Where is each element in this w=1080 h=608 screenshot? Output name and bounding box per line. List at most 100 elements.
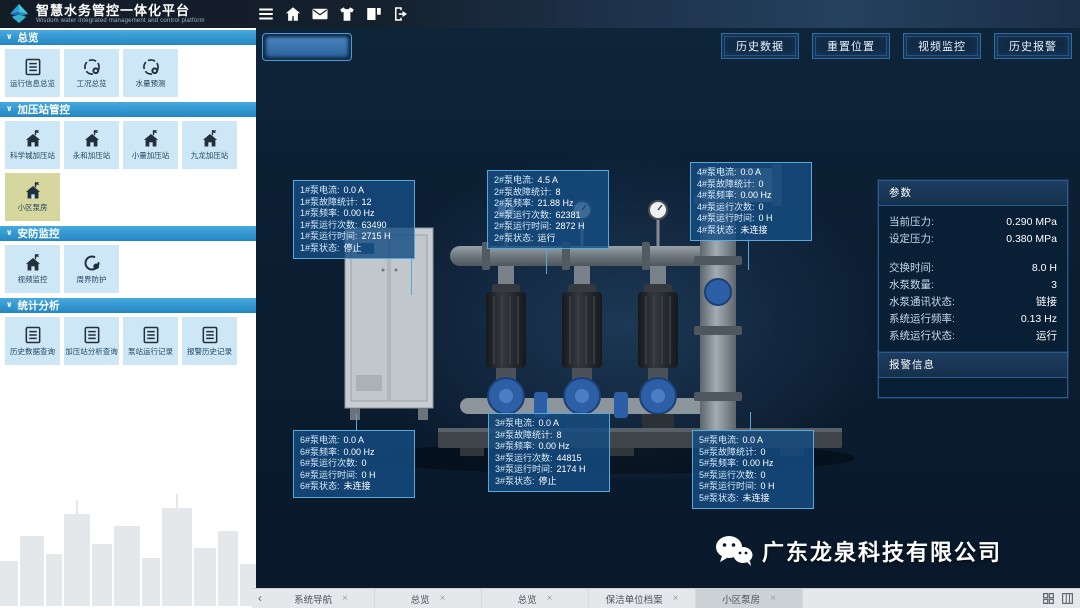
close-tab-icon[interactable]: × [770, 593, 776, 604]
sidebar-item[interactable]: 小量加压站 [123, 121, 178, 169]
pump-info-value: 0.00 Hz [741, 190, 772, 202]
toolbar-button[interactable]: 视频监控 [903, 33, 981, 59]
parameters-panel-title: 参数 [879, 181, 1067, 206]
header: 智慧水务管控一体化平台 Wisdom water integrated mana… [0, 0, 1080, 28]
columns-icon[interactable] [1061, 592, 1074, 605]
pump-info-label: 1#泵状态: [300, 243, 340, 255]
parameter-value: 0.13 Hz [1021, 311, 1057, 328]
logout-icon[interactable] [392, 5, 410, 23]
pump-info-value: 停止 [539, 476, 557, 488]
bottom-tab[interactable]: 保洁单位档案× [589, 589, 696, 608]
pump-info-row: 6#泵电流:0.0 A [300, 435, 408, 447]
sidebar-section-header[interactable]: ∨总览 [0, 30, 256, 45]
sidebar-item[interactable]: 九龙加压站 [182, 121, 237, 169]
sidebar-section-header[interactable]: ∨统计分析 [0, 298, 256, 313]
sidebar-section-title: 总览 [18, 30, 39, 45]
app-window: 智慧水务管控一体化平台 Wisdom water integrated mana… [0, 0, 1080, 608]
toolbar-button[interactable]: 重置位置 [812, 33, 890, 59]
bottom-tab[interactable]: 系统导航× [268, 589, 375, 608]
bottom-tab[interactable]: 总览× [375, 589, 482, 608]
sidebar-item-label: 报警历史记录 [186, 348, 233, 357]
close-tab-icon[interactable]: × [547, 593, 553, 604]
grid-icon[interactable] [1042, 592, 1055, 605]
sidebar-item[interactable]: 科学城加压站 [5, 121, 60, 169]
header-icon-bar [257, 5, 410, 23]
pump-info-row: 6#泵频率:0.00 Hz [300, 447, 408, 459]
pump-info-value: 2872 H [556, 221, 585, 233]
pump-info-row: 3#泵电流:0.0 A [495, 418, 603, 430]
pump-info-row: 2#泵运行次数:62381 [494, 210, 602, 222]
pump-info-value: 62381 [556, 210, 581, 222]
parameters-panel-body: 当前压力:0.290 MPa设定压力:0.380 MPa交换时间:8.0 H水泵… [879, 206, 1067, 355]
pump-info-row: 3#泵频率:0.00 Hz [495, 441, 603, 453]
pump-info-row: 5#泵故障统计:0 [699, 447, 807, 459]
sidebar-item[interactable]: 永和加压站 [64, 121, 119, 169]
close-tab-icon[interactable]: × [342, 593, 348, 604]
pump-info-label: 5#泵运行次数: [699, 470, 757, 482]
connector-line [546, 246, 547, 274]
menu-icon[interactable] [257, 5, 275, 23]
sidebar-item[interactable]: 加压站分析查询 [64, 317, 119, 365]
mail-icon[interactable] [311, 5, 329, 23]
pump-info-value: 63490 [362, 220, 387, 232]
sidebar-item[interactable]: 历史数据查询 [5, 317, 60, 365]
pump-info-value: 0.00 Hz [743, 458, 774, 470]
close-tab-icon[interactable]: × [440, 593, 446, 604]
sidebar-section-title: 安防监控 [18, 226, 60, 241]
sidebar-section-header[interactable]: ∨ 安防监控 [0, 226, 256, 241]
close-tab-icon[interactable]: × [673, 593, 679, 604]
pump-info-label: 4#泵状态: [697, 225, 737, 237]
pump-info-box: 3#泵电流:0.0 A3#泵故障统计:83#泵频率:0.00 Hz3#泵运行次数… [488, 413, 610, 492]
sidebar-item[interactable]: 视频监控 [5, 245, 60, 293]
tshirt-icon[interactable] [338, 5, 356, 23]
report-icon [82, 325, 102, 345]
toolbar-button[interactable]: 历史数据 [721, 33, 799, 59]
pump-info-box: 4#泵电流:0.0 A4#泵故障统计:04#泵频率:0.00 Hz4#泵运行次数… [690, 162, 812, 241]
pump-info-box: 1#泵电流:0.0 A1#泵故障统计:121#泵频率:0.00 Hz1#泵运行次… [293, 180, 415, 259]
pump-info-label: 1#泵电流: [300, 185, 340, 197]
pump-info-label: 3#泵电流: [495, 418, 535, 430]
pump-info-row: 6#泵状态:未连接 [300, 481, 408, 493]
pump-info-row: 5#泵状态:未连接 [699, 493, 807, 505]
pump-info-label: 3#泵状态: [495, 476, 535, 488]
chevron-left-icon[interactable]: ‹ [252, 589, 268, 608]
toolbar-button[interactable]: 历史报警 [994, 33, 1072, 59]
sidebar-item-label: 周界防护 [76, 276, 108, 285]
pump-info-label: 4#泵频率: [697, 190, 737, 202]
sidebar-item[interactable]: 周界防护 [64, 245, 119, 293]
parameter-row: 系统运行频率:0.13 Hz [889, 311, 1057, 328]
sidebar-item-label: 历史数据查询 [9, 348, 56, 357]
sidebar-item[interactable]: 运行信息总览 [5, 49, 60, 97]
bottom-tab[interactable]: 总览 × [482, 589, 589, 608]
connector-line [750, 412, 751, 430]
pump-info-value: 8 [557, 430, 562, 442]
sidebar-item[interactable]: 工况总览 [64, 49, 119, 97]
watermark: 广东龙泉科技有限公司 [714, 534, 1002, 568]
report-icon [23, 57, 43, 77]
layout-icon[interactable] [365, 5, 383, 23]
sidebar-item[interactable]: 泵站运行记录 [123, 317, 178, 365]
chevron-down-icon: ∨ [6, 229, 13, 237]
sidebar-section-header[interactable]: ∨加压站管控 [0, 102, 256, 117]
pump-info-label: 5#泵状态: [699, 493, 739, 505]
sidebar-item-label: 水量预测 [135, 80, 167, 89]
home-icon[interactable] [284, 5, 302, 23]
station-name-button-blurred[interactable] [262, 33, 352, 61]
sidebar-item[interactable]: 报警历史记录 [182, 317, 237, 365]
sidebar-item[interactable]: 水量预测 [123, 49, 178, 97]
report-icon [23, 325, 43, 345]
pump-info-value: 0 [761, 447, 766, 459]
pump-info-value: 0.0 A [743, 435, 764, 447]
sidebar-item-label: 科学城加压站 [9, 152, 56, 161]
gauge-icon [141, 57, 161, 77]
parameter-row: 系统运行状态:运行 [889, 328, 1057, 345]
pump-info-value: 0 [362, 458, 367, 470]
pump-info-row: 4#泵频率: 0.00 Hz [697, 190, 805, 202]
pump-info-label: 4#泵故障统计: [697, 179, 755, 191]
gauge-icon [82, 57, 102, 77]
parameter-value: 运行 [1036, 328, 1057, 345]
bottom-tab[interactable]: 小区泵房× [696, 589, 803, 608]
sidebar-item[interactable]: 小区泵房 [5, 173, 60, 221]
app-subtitle: Wisdom water integrated management and c… [36, 18, 205, 24]
bottom-tab-label: 总览 [518, 592, 537, 606]
